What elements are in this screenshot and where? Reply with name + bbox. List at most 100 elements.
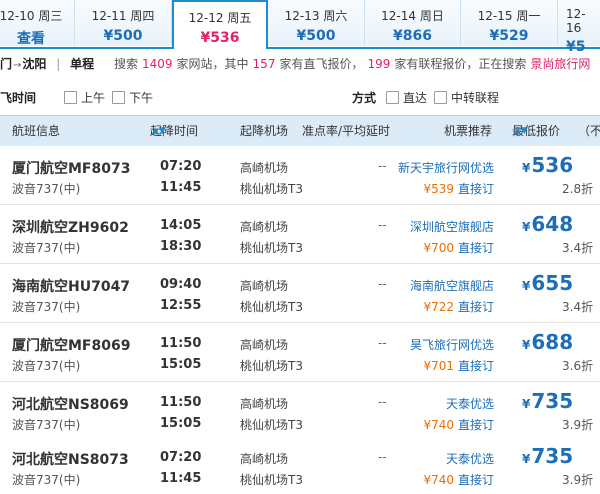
trip-type: 单程 xyxy=(70,57,95,71)
discount: 3.6折 xyxy=(562,359,594,373)
book-button[interactable]: 直接订 xyxy=(458,241,494,255)
sort-icon[interactable]: ▲▼ xyxy=(152,116,166,146)
discount: 3.4折 xyxy=(562,300,594,314)
agent-price: ¥539 xyxy=(423,182,454,196)
date-tab-2-selected[interactable]: 12-12 周五 ¥536 xyxy=(172,0,268,49)
arrival-airport: 桃仙机场T3 xyxy=(240,359,303,373)
on-time-rate: -- xyxy=(378,336,387,350)
airline-label: 厦门航空 xyxy=(12,338,68,354)
plane-type: 波音737(中) xyxy=(12,359,81,373)
checkbox-icon[interactable] xyxy=(386,91,399,104)
departure-airport: 高崎机场 xyxy=(240,397,289,411)
date-tab-price: 查看 xyxy=(17,31,45,47)
departure-time: 11:50 xyxy=(160,336,202,351)
lowest-price[interactable]: ¥735 xyxy=(522,444,573,468)
plane-type: 波音737(中) xyxy=(12,300,81,314)
plane-type: 波音737(中) xyxy=(12,182,81,196)
checkbox-icon[interactable] xyxy=(112,91,125,104)
arrival-time: 11:45 xyxy=(160,471,202,486)
lowest-price[interactable]: ¥648 xyxy=(522,212,573,236)
airline-name[interactable]: 深圳航空ZH9602 xyxy=(12,217,129,237)
table-row[interactable]: 厦门航空MF8069 波音737(中) 11:50 15:05 高崎机场 桃仙机… xyxy=(0,323,600,382)
table-header: 航班信息 起降时间 ▲▼ 起降机场 准点率/平均延时 机票推荐 最低报价 ▲▼ （不… xyxy=(0,115,600,147)
book-button[interactable]: 直接订 xyxy=(458,300,494,314)
table-row[interactable]: 深圳航空ZH9602 波音737(中) 14:05 18:30 高崎机场 桃仙机… xyxy=(0,205,600,264)
date-tab-1[interactable]: 12-11 周四 ¥500 xyxy=(75,0,172,46)
airline-label: 海南航空 xyxy=(12,279,68,295)
agent-offer: ¥700 直接订 xyxy=(423,239,494,256)
airline-label: 河北航空 xyxy=(12,397,68,413)
lowest-price[interactable]: ¥655 xyxy=(522,271,573,295)
site-count: 1409 xyxy=(141,57,173,71)
divider: | xyxy=(56,57,61,71)
agent-link[interactable]: 天泰优选 xyxy=(446,450,494,467)
table-row[interactable]: 河北航空NS8073 波音737(中) 07:20 11:45 高崎机场 桃仙机… xyxy=(0,437,600,494)
book-button[interactable]: 直接订 xyxy=(458,418,494,432)
filter-am[interactable]: 上午 xyxy=(64,84,105,112)
date-tab-3[interactable]: 12-13 周六 ¥500 xyxy=(268,0,365,46)
departure-time: 14:05 xyxy=(160,218,202,233)
book-button[interactable]: 直接订 xyxy=(458,359,494,373)
table-row[interactable]: 河北航空NS8069 波音737(中) 11:50 15:05 高崎机场 桃仙机… xyxy=(0,382,600,441)
filter-am-label: 上午 xyxy=(81,91,106,105)
current-agent-link[interactable]: 景尚旅行网 xyxy=(530,57,590,71)
agent-link[interactable]: 海南航空旗舰店 xyxy=(410,277,494,294)
flight-number: MF8073 xyxy=(68,161,131,177)
airline-name[interactable]: 厦门航空MF8073 xyxy=(12,158,130,178)
col-airport: 起降机场 xyxy=(240,124,289,138)
discount: 2.8折 xyxy=(562,182,594,196)
filter-pm-label: 下午 xyxy=(129,91,154,105)
airline-label: 深圳航空 xyxy=(12,220,68,236)
departure-airport: 高崎机场 xyxy=(240,452,289,466)
flight-number: NS8069 xyxy=(68,397,129,413)
departure-time: 07:20 xyxy=(160,450,202,465)
lowest-price[interactable]: ¥735 xyxy=(522,389,573,413)
airline-name[interactable]: 河北航空NS8073 xyxy=(12,449,129,469)
yen-icon: ¥ xyxy=(522,452,531,466)
agent-link[interactable]: 新天宇旅行网优选 xyxy=(398,159,494,176)
search-summary: 门→沈阳 | 单程 搜索 1409 家网站，其中 157 家有直飞报价， 199 家有联程报… xyxy=(0,48,600,80)
date-tab-bar: 12-10 周三 查看 12-11 周四 ¥500 12-12 周五 ¥536 … xyxy=(0,0,600,55)
agent-link[interactable]: 深圳航空旗舰店 xyxy=(410,218,494,235)
date-tab-date: 12-10 周三 xyxy=(0,9,63,23)
filter-transfer[interactable]: 中转联程 xyxy=(434,84,499,112)
plane-type: 波音737(中) xyxy=(12,473,81,487)
checkbox-icon[interactable] xyxy=(64,91,77,104)
arrival-airport: 桃仙机场T3 xyxy=(240,473,303,487)
yen-icon: ¥ xyxy=(522,338,531,352)
agent-price: ¥740 xyxy=(423,473,454,487)
filter-pm[interactable]: 下午 xyxy=(112,84,153,112)
book-button[interactable]: 直接订 xyxy=(458,473,494,487)
agent-offer: ¥740 直接订 xyxy=(423,416,494,433)
agent-offer: ¥740 直接订 xyxy=(423,471,494,488)
table-row[interactable]: 厦门航空MF8073 波音737(中) 07:20 11:45 高崎机场 桃仙机… xyxy=(0,146,600,205)
date-tab-date: 12-14 周日 xyxy=(381,9,444,23)
arrival-time: 15:05 xyxy=(160,416,202,431)
arrival-airport: 桃仙机场T3 xyxy=(240,182,303,196)
date-tab-4[interactable]: 12-14 周日 ¥866 xyxy=(365,0,461,46)
agent-link[interactable]: 天泰优选 xyxy=(446,395,494,412)
arrival-airport: 桃仙机场T3 xyxy=(240,241,303,255)
departure-airport: 高崎机场 xyxy=(240,220,289,234)
date-tab-price: ¥866 xyxy=(393,28,432,44)
table-row[interactable]: 海南航空HU7047 波音737(中) 09:40 12:55 高崎机场 桃仙机… xyxy=(0,264,600,323)
airline-label: 河北航空 xyxy=(12,452,68,468)
sort-icon[interactable]: ▲▼ xyxy=(514,116,528,146)
airline-name[interactable]: 海南航空HU7047 xyxy=(12,276,130,296)
checkbox-icon[interactable] xyxy=(434,91,447,104)
lowest-price[interactable]: ¥536 xyxy=(522,153,573,177)
date-tab-5[interactable]: 12-15 周一 ¥529 xyxy=(461,0,558,46)
airline-name[interactable]: 厦门航空MF8069 xyxy=(12,335,130,355)
date-tab-date: 12-11 周四 xyxy=(91,9,155,23)
agent-offer: ¥722 直接订 xyxy=(423,298,494,315)
book-button[interactable]: 直接订 xyxy=(458,182,494,196)
agent-link[interactable]: 昊飞旅行网优选 xyxy=(410,336,494,353)
yen-icon: ¥ xyxy=(522,220,531,234)
airline-name[interactable]: 河北航空NS8069 xyxy=(12,394,129,414)
filter-direct[interactable]: 直达 xyxy=(386,84,427,112)
yen-icon: ¥ xyxy=(522,161,531,175)
date-tab-6[interactable]: 12-16 ¥5 xyxy=(558,0,600,55)
lowest-price[interactable]: ¥688 xyxy=(522,330,573,354)
yen-icon: ¥ xyxy=(522,397,531,411)
date-tab-0[interactable]: 12-10 周三 查看 xyxy=(0,0,75,47)
